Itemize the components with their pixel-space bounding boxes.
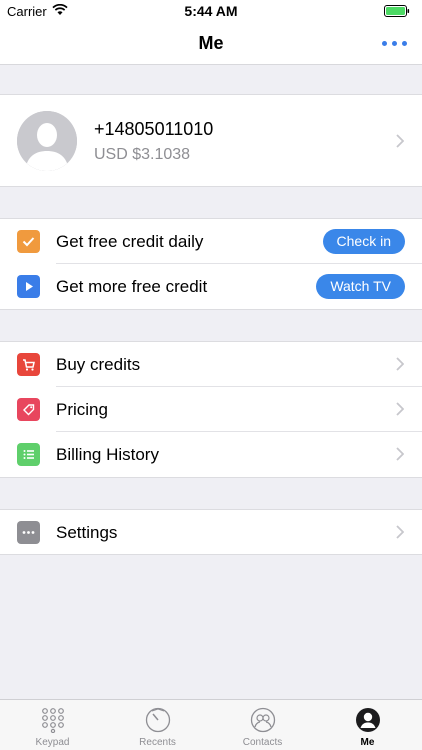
list-item-pricing[interactable]: Pricing bbox=[0, 387, 422, 432]
play-icon bbox=[17, 275, 40, 298]
account-balance: USD $3.1038 bbox=[94, 146, 191, 163]
list-item-more-free-credit[interactable]: Get more free credit Watch TV bbox=[0, 264, 422, 309]
avatar bbox=[17, 111, 77, 171]
profile-card[interactable]: +14805011010 USD $3.1038 bbox=[0, 94, 422, 187]
default-avatar-icon bbox=[17, 111, 77, 171]
free-credit-daily-label: Get free credit daily bbox=[56, 232, 204, 251]
more-dot-icon bbox=[402, 41, 407, 46]
list-item-billing-history[interactable]: Billing History bbox=[0, 432, 422, 477]
settings-section: Settings bbox=[0, 509, 422, 555]
chevron-right-icon bbox=[396, 357, 404, 371]
tab-contacts-label: Contacts bbox=[242, 737, 283, 748]
billing-history-label: Billing History bbox=[56, 445, 159, 464]
list-icon bbox=[17, 443, 40, 466]
tab-me-label: Me bbox=[360, 737, 375, 748]
more-dot-icon bbox=[382, 41, 387, 46]
more-options-button[interactable] bbox=[380, 32, 410, 54]
check-in-button[interactable]: Check in bbox=[322, 229, 405, 254]
page-title: Me bbox=[198, 33, 224, 53]
tab-me[interactable]: Me bbox=[315, 700, 420, 750]
chevron-right-icon bbox=[396, 134, 404, 148]
phone-number: +14805011010 bbox=[94, 119, 214, 139]
tab-keypad[interactable]: Keypad bbox=[0, 700, 105, 750]
ellipsis-icon bbox=[17, 521, 40, 544]
person-icon bbox=[356, 708, 380, 732]
list-item-free-credit-daily[interactable]: Get free credit daily Check in bbox=[0, 219, 422, 264]
tab-bar: Keypad Recents Contacts Me bbox=[0, 699, 422, 750]
cart-icon bbox=[17, 353, 40, 376]
watch-tv-button[interactable]: Watch TV bbox=[316, 274, 405, 299]
status-time: 5:44 AM bbox=[184, 3, 238, 19]
more-dot-icon bbox=[392, 41, 397, 46]
chevron-right-icon bbox=[396, 447, 404, 461]
chevron-right-icon bbox=[396, 402, 404, 416]
list-item-buy-credits[interactable]: Buy credits bbox=[0, 342, 422, 387]
list-item-settings[interactable]: Settings bbox=[0, 510, 422, 555]
nav-bar: Me bbox=[0, 22, 422, 65]
tab-contacts[interactable]: Contacts bbox=[210, 700, 315, 750]
tab-keypad-label: Keypad bbox=[35, 737, 70, 748]
tab-recents[interactable]: Recents bbox=[105, 700, 210, 750]
tab-recents-label: Recents bbox=[139, 737, 176, 748]
clock-icon bbox=[145, 707, 171, 733]
contacts-icon bbox=[250, 707, 276, 733]
buy-credits-label: Buy credits bbox=[56, 355, 141, 374]
keypad-icon bbox=[42, 708, 64, 733]
chevron-right-icon bbox=[396, 525, 404, 539]
settings-label: Settings bbox=[56, 523, 118, 542]
billing-section: Buy credits Pricing Billing History bbox=[0, 341, 422, 478]
pricing-label: Pricing bbox=[56, 400, 108, 419]
status-bar: Carrier 5:44 AM bbox=[0, 0, 422, 22]
checkmark-icon bbox=[17, 230, 40, 253]
battery-icon bbox=[384, 5, 410, 17]
price-tag-icon bbox=[17, 398, 40, 421]
free-credit-section: Get free credit daily Check in Get more … bbox=[0, 218, 422, 310]
more-free-credit-label: Get more free credit bbox=[56, 277, 208, 296]
